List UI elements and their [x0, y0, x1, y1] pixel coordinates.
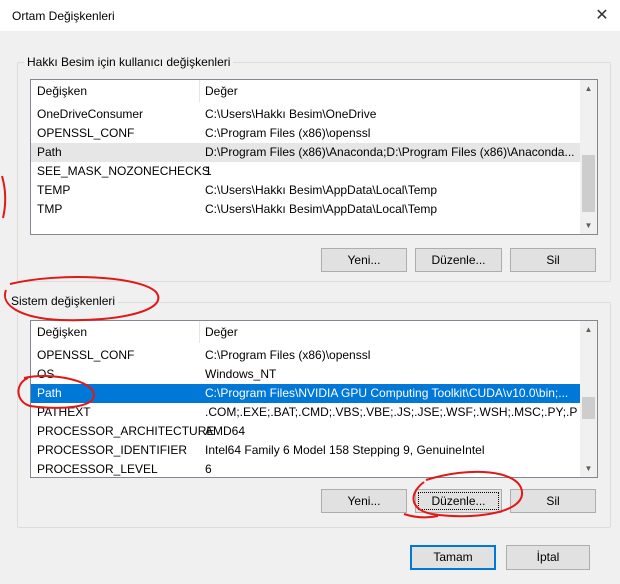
system-row-openssl-conf[interactable]: OPENSSL_CONF C:\Program Files (x86)\open…	[31, 346, 580, 365]
column-header-variable[interactable]: Değişken	[31, 321, 87, 343]
column-header-value[interactable]: Değer	[199, 80, 238, 102]
row-variable-name: OPENSSL_CONF	[37, 126, 135, 140]
system-variables-title: Sistem değişkenleri	[8, 294, 119, 308]
row-variable-value: D:\Program Files (x86)\Anaconda;D:\Progr…	[205, 145, 575, 159]
system-variables-list[interactable]: Değişken Değer OPENSSL_CONF C:\Program F…	[30, 320, 598, 478]
chevron-up-icon[interactable]: ▲	[580, 321, 597, 338]
user-row-tmp[interactable]: TMP C:\Users\Hakkı Besim\AppData\Local\T…	[31, 200, 580, 219]
user-list-header: Değişken Değer	[31, 80, 580, 102]
user-delete-button[interactable]: Sil	[510, 248, 596, 272]
close-icon[interactable]: ✕	[590, 4, 614, 26]
user-edit-button[interactable]: Düzenle...	[415, 248, 502, 272]
title-bar: Ortam Değişkenleri ✕	[0, 0, 620, 31]
system-row-processor-architecture[interactable]: PROCESSOR_ARCHITECTURE AMD64	[31, 422, 580, 441]
row-variable-value: C:\Program Files (x86)\openssl	[205, 126, 371, 140]
row-variable-name: PROCESSOR_LEVEL	[37, 462, 158, 476]
row-variable-name: OPENSSL_CONF	[37, 348, 135, 362]
user-variables-title: Hakkı Besim için kullanıcı değişkenleri	[24, 55, 234, 69]
user-variables-list[interactable]: Değişken Değer OneDriveConsumer C:\Users…	[30, 79, 598, 235]
row-variable-name: Path	[37, 386, 62, 400]
system-edit-button[interactable]: Düzenle...	[415, 489, 502, 513]
user-row-openssl-conf[interactable]: OPENSSL_CONF C:\Program Files (x86)\open…	[31, 124, 580, 143]
row-variable-name: OneDriveConsumer	[37, 107, 144, 121]
user-row-path[interactable]: Path D:\Program Files (x86)\Anaconda;D:\…	[31, 143, 580, 162]
ok-button[interactable]: Tamam	[410, 545, 496, 570]
chevron-down-icon[interactable]: ▼	[580, 460, 597, 477]
row-variable-value: C:\Program Files\NVIDIA GPU Computing To…	[205, 386, 569, 400]
user-row-see-mask-nozonechecks[interactable]: SEE_MASK_NOZONECHECKS 1	[31, 162, 580, 181]
row-variable-name: TEMP	[37, 183, 71, 197]
window-title: Ortam Değişkenleri	[12, 9, 115, 23]
row-variable-name: PROCESSOR_ARCHITECTURE	[37, 424, 215, 438]
row-variable-name: OS	[37, 367, 55, 381]
system-row-pathext[interactable]: PATHEXT .COM;.EXE;.BAT;.CMD;.VBS;.VBE;.J…	[31, 403, 580, 422]
row-variable-value: C:\Users\Hakkı Besim\OneDrive	[205, 107, 377, 121]
row-variable-name: Path	[37, 145, 62, 159]
user-row-onedriveconsumer[interactable]: OneDriveConsumer C:\Users\Hakkı Besim\On…	[31, 105, 580, 124]
user-row-temp[interactable]: TEMP C:\Users\Hakkı Besim\AppData\Local\…	[31, 181, 580, 200]
system-row-os[interactable]: OS Windows_NT	[31, 365, 580, 384]
row-variable-value: C:\Users\Hakkı Besim\AppData\Local\Temp	[205, 202, 438, 216]
row-variable-value: C:\Program Files (x86)\openssl	[205, 348, 371, 362]
system-list-scrollbar[interactable]: ▲ ▼	[580, 321, 597, 477]
system-row-processor-identifier[interactable]: PROCESSOR_IDENTIFIER Intel64 Family 6 Mo…	[31, 441, 580, 460]
row-variable-value: Windows_NT	[205, 367, 277, 381]
chevron-down-icon[interactable]: ▼	[580, 217, 597, 234]
system-new-button[interactable]: Yeni...	[321, 489, 407, 513]
system-row-path-selected[interactable]: Path C:\Program Files\NVIDIA GPU Computi…	[31, 384, 580, 403]
scrollbar-thumb[interactable]	[582, 397, 595, 419]
row-variable-name: PROCESSOR_IDENTIFIER	[37, 443, 188, 457]
scrollbar-thumb[interactable]	[582, 155, 595, 212]
system-row-processor-level[interactable]: PROCESSOR_LEVEL 6	[31, 460, 580, 477]
row-variable-name: TMP	[37, 202, 63, 216]
row-variable-value: 1	[205, 164, 212, 178]
system-delete-button[interactable]: Sil	[510, 489, 596, 513]
chevron-up-icon[interactable]: ▲	[580, 80, 597, 97]
user-list-scrollbar[interactable]: ▲ ▼	[580, 80, 597, 234]
row-variable-value: Intel64 Family 6 Model 158 Stepping 9, G…	[205, 443, 485, 457]
cancel-button[interactable]: İptal	[506, 545, 590, 570]
row-variable-value: .COM;.EXE;.BAT;.CMD;.VBS;.VBE;.JS;.JSE;.…	[205, 405, 578, 419]
row-variable-value: AMD64	[205, 424, 246, 438]
row-variable-name: PATHEXT	[37, 405, 91, 419]
column-header-variable[interactable]: Değişken	[31, 80, 87, 102]
user-new-button[interactable]: Yeni...	[321, 248, 407, 272]
row-variable-value: 6	[205, 462, 212, 476]
system-list-header: Değişken Değer	[31, 321, 580, 343]
annotation-left-mark	[1, 175, 7, 219]
column-header-value[interactable]: Değer	[199, 321, 238, 343]
row-variable-value: C:\Users\Hakkı Besim\AppData\Local\Temp	[205, 183, 438, 197]
row-variable-name: SEE_MASK_NOZONECHECKS	[37, 164, 210, 178]
